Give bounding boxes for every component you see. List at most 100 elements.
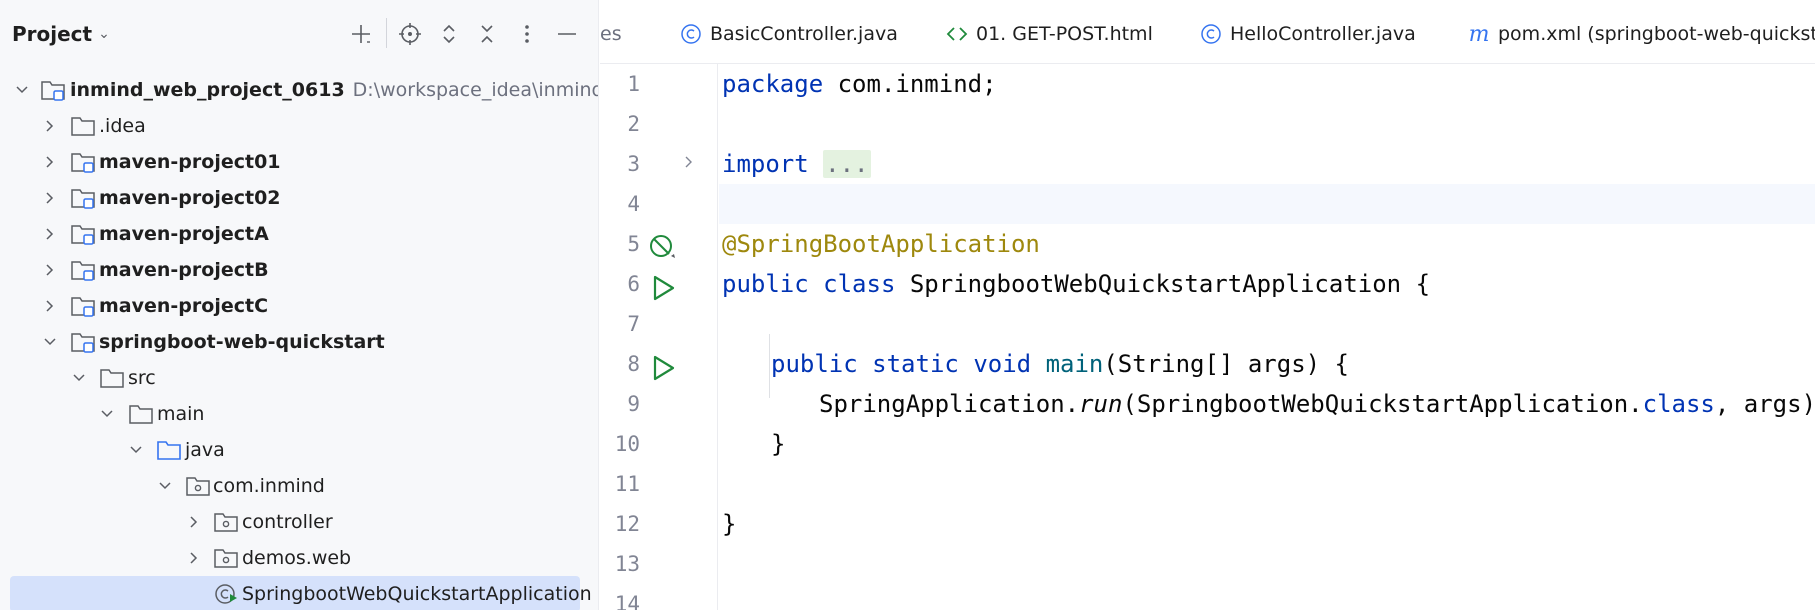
chevron-down-icon[interactable]	[157, 478, 173, 494]
tree-item-idea[interactable]: .idea	[0, 108, 598, 144]
tree-item-com-inmind[interactable]: com.inmind	[0, 468, 598, 504]
tree-item-root-module[interactable]: inmind_web_project_0613 D:\workspace_idea…	[0, 72, 598, 108]
line-number: 3	[627, 152, 640, 176]
more-options-icon[interactable]	[513, 20, 541, 48]
code-line: public static void main(String[] args) {	[771, 350, 1349, 378]
chevron-right-icon[interactable]	[42, 262, 58, 278]
line-number: 7	[627, 312, 640, 336]
code-line: }	[771, 430, 786, 458]
tab-label: HelloController.java	[1230, 23, 1416, 45]
chevron-right-icon[interactable]	[186, 514, 202, 530]
chevron-down-icon[interactable]	[14, 82, 30, 98]
tree-item-label: java	[185, 439, 225, 461]
line-number: 10	[614, 432, 640, 456]
tree-item-maven-projecta[interactable]: maven-projectA	[0, 216, 598, 252]
module-folder-icon	[71, 261, 95, 281]
tree-item-label: controller	[242, 511, 333, 533]
code-line: public class SpringbootWebQuickstartAppl…	[722, 270, 1431, 298]
line-number: 9	[627, 392, 640, 416]
tree-item-controller[interactable]: controller	[0, 504, 598, 540]
tree-item-maven-projectb[interactable]: maven-projectB	[0, 252, 598, 288]
line-number: 4	[627, 192, 640, 216]
run-icon[interactable]	[648, 353, 678, 383]
chevron-right-icon[interactable]	[42, 298, 58, 314]
line-number: 2	[627, 112, 640, 136]
line-number: 6	[627, 272, 640, 296]
expand-all-icon[interactable]	[435, 20, 463, 48]
fold-expand-icon[interactable]	[682, 155, 696, 169]
tree-item-maven-project01[interactable]: maven-project01	[0, 144, 598, 180]
code-line: @SpringBootApplication	[722, 230, 1040, 258]
module-folder-icon	[71, 297, 95, 317]
tab-label: es	[600, 23, 622, 45]
tree-item-label: maven-project01	[99, 151, 281, 173]
spring-bean-icon[interactable]	[648, 232, 678, 262]
module-folder-icon	[41, 81, 65, 101]
line-number: 5	[627, 232, 640, 256]
tree-item-label: com.inmind	[213, 475, 325, 497]
source-folder-icon	[157, 441, 181, 460]
tree-item-demos-web[interactable]: demos.web	[0, 540, 598, 576]
code-area[interactable]: package com.inmind; import ... @SpringBo…	[719, 64, 1815, 610]
chevron-right-icon[interactable]	[42, 118, 58, 134]
chevron-down-icon: ⌄	[98, 26, 110, 42]
tree-item-label: maven-projectA	[99, 223, 269, 245]
run-icon[interactable]	[648, 273, 678, 303]
folded-imports[interactable]: ...	[823, 150, 871, 178]
tab-pom-xml[interactable]: m pom.xml (springboot-web-quickstar	[1468, 20, 1815, 48]
hide-panel-icon[interactable]	[553, 20, 581, 48]
project-title-label: Project	[12, 22, 93, 46]
tree-item-label: springboot-web-quickstart	[99, 331, 385, 353]
tab-partial[interactable]: es	[600, 20, 622, 48]
package-icon	[214, 513, 238, 532]
project-path-hint: D:\workspace_idea\inmind\inmind	[352, 79, 598, 101]
tree-item-application-class[interactable]: SpringbootWebQuickstartApplication	[10, 576, 592, 610]
tree-item-src[interactable]: src	[0, 360, 598, 396]
package-icon	[214, 549, 238, 568]
locate-file-icon[interactable]	[396, 20, 424, 48]
tree-item-label: main	[157, 403, 205, 425]
indent-guide	[769, 334, 770, 398]
line-number: 14	[614, 592, 640, 610]
package-icon	[186, 477, 210, 496]
collapse-all-icon[interactable]	[473, 20, 501, 48]
chevron-down-icon[interactable]	[99, 406, 115, 422]
tree-item-springboot-web-quickstart[interactable]: springboot-web-quickstart	[0, 324, 598, 360]
chevron-down-icon[interactable]	[71, 370, 87, 386]
code-line: import ...	[722, 150, 871, 178]
code-line-current	[719, 184, 1815, 224]
code-line: SpringApplication.run(SpringbootWebQuick…	[819, 390, 1815, 418]
tree-item-maven-projectc[interactable]: maven-projectC	[0, 288, 598, 324]
tab-get-post-html[interactable]: 01. GET-POST.html	[946, 20, 1153, 48]
tab-label: BasicController.java	[710, 23, 898, 45]
module-folder-icon	[71, 189, 95, 209]
project-tool-window: Project ⌄ inmind_web_project_0613 D:\work…	[0, 0, 599, 610]
folder-icon	[100, 369, 124, 388]
editor-tab-bar: es BasicController.java 01. GET-POST.htm…	[600, 0, 1815, 64]
tree-item-label: src	[128, 367, 156, 389]
tree-item-label: maven-projectB	[99, 259, 269, 281]
tab-basiccontroller[interactable]: BasicController.java	[680, 20, 898, 48]
html-icon	[946, 23, 968, 45]
line-number: 13	[614, 552, 640, 576]
tab-label: 01. GET-POST.html	[976, 23, 1153, 45]
add-icon[interactable]	[347, 20, 375, 48]
folder-icon	[129, 405, 153, 424]
tree-item-label: SpringbootWebQuickstartApplication	[242, 583, 592, 605]
module-folder-icon	[71, 153, 95, 173]
chevron-down-icon[interactable]	[128, 442, 144, 458]
project-view-selector[interactable]: Project ⌄	[12, 22, 110, 46]
code-line: package com.inmind;	[722, 70, 997, 98]
chevron-down-icon[interactable]	[42, 334, 58, 350]
tab-hellocontroller[interactable]: HelloController.java	[1200, 20, 1416, 48]
tree-item-label: demos.web	[242, 547, 352, 569]
chevron-right-icon[interactable]	[186, 550, 202, 566]
chevron-right-icon[interactable]	[42, 190, 58, 206]
folder-icon	[71, 117, 95, 136]
chevron-right-icon[interactable]	[42, 154, 58, 170]
tree-item-java[interactable]: java	[0, 432, 598, 468]
line-number: 1	[627, 72, 640, 96]
tree-item-maven-project02[interactable]: maven-project02	[0, 180, 598, 216]
chevron-right-icon[interactable]	[42, 226, 58, 242]
tree-item-main[interactable]: main	[0, 396, 598, 432]
